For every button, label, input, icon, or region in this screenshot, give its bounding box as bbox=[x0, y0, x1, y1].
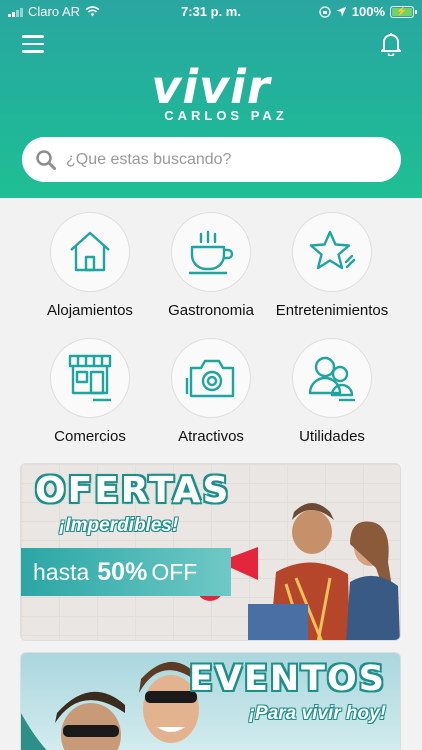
camera-icon bbox=[185, 359, 235, 398]
search-icon bbox=[36, 149, 56, 170]
star-icon bbox=[309, 230, 356, 270]
category-icon-circle bbox=[171, 212, 251, 292]
search-bar[interactable] bbox=[22, 137, 401, 182]
category-icon-circle bbox=[171, 338, 251, 418]
eventos-subtitle: ¡Para vivir hoy! bbox=[248, 703, 386, 724]
hamburger-icon bbox=[22, 35, 44, 38]
category-atractivos[interactable]: Atractivos bbox=[141, 338, 281, 445]
category-label: Comercios bbox=[54, 428, 126, 445]
logo-main-text: vivir bbox=[151, 60, 271, 114]
eventos-banner[interactable]: EVENTOS ¡Para vivir hoy! bbox=[20, 652, 401, 750]
category-label: Entretenimientos bbox=[275, 302, 389, 319]
store-icon bbox=[68, 354, 112, 402]
category-entretenimientos[interactable]: Entretenimientos bbox=[262, 212, 402, 319]
eventos-title: EVENTOS bbox=[188, 659, 386, 699]
category-icon-circle bbox=[50, 338, 130, 418]
logo-sub-text: CARLOS PAZ bbox=[164, 108, 288, 123]
status-right: 100% ⚡ bbox=[319, 4, 417, 19]
category-icon-circle bbox=[292, 338, 372, 418]
category-utilidades[interactable]: Utilidades bbox=[262, 338, 402, 445]
category-icon-circle bbox=[50, 212, 130, 292]
category-label: Utilidades bbox=[299, 428, 365, 445]
app-logo: vivir CARLOS PAZ bbox=[0, 64, 422, 123]
status-bar: Claro AR 7:31 p. m. 100% ⚡ bbox=[0, 0, 422, 24]
app-header: Claro AR 7:31 p. m. 100% ⚡ vivir CARLOS … bbox=[0, 0, 422, 198]
category-label: Alojamientos bbox=[47, 302, 133, 319]
battery-icon: ⚡ bbox=[390, 5, 417, 18]
menu-button[interactable] bbox=[22, 35, 44, 53]
category-gastronomia[interactable]: Gastronomia bbox=[141, 212, 281, 319]
ofertas-subtitle: ¡Imperdibles! bbox=[59, 515, 179, 536]
discount-percent: 50% bbox=[97, 557, 148, 586]
discount-suffix: OFF bbox=[151, 558, 198, 585]
ofertas-title: OFERTAS bbox=[35, 470, 231, 511]
coffee-cup-icon bbox=[189, 230, 234, 275]
category-label: Gastronomia bbox=[168, 302, 254, 319]
battery-percent: 100% bbox=[351, 4, 385, 19]
category-comercios[interactable]: Comercios bbox=[20, 338, 160, 445]
bell-icon bbox=[381, 33, 401, 56]
users-icon bbox=[308, 356, 355, 402]
house-icon bbox=[70, 231, 110, 272]
category-alojamientos[interactable]: Alojamientos bbox=[20, 212, 160, 319]
category-label: Atractivos bbox=[178, 428, 244, 445]
notifications-button[interactable] bbox=[380, 32, 402, 56]
search-input[interactable] bbox=[66, 150, 366, 169]
discount-prefix: hasta bbox=[33, 558, 90, 585]
location-icon bbox=[336, 6, 347, 17]
discount-strip: hasta 50% OFF bbox=[21, 548, 231, 596]
orientation-lock-icon bbox=[319, 5, 331, 18]
category-icon-circle bbox=[292, 212, 372, 292]
ofertas-banner[interactable]: OFERTAS ¡Imperdibles! hasta 50% OFF bbox=[20, 463, 401, 641]
